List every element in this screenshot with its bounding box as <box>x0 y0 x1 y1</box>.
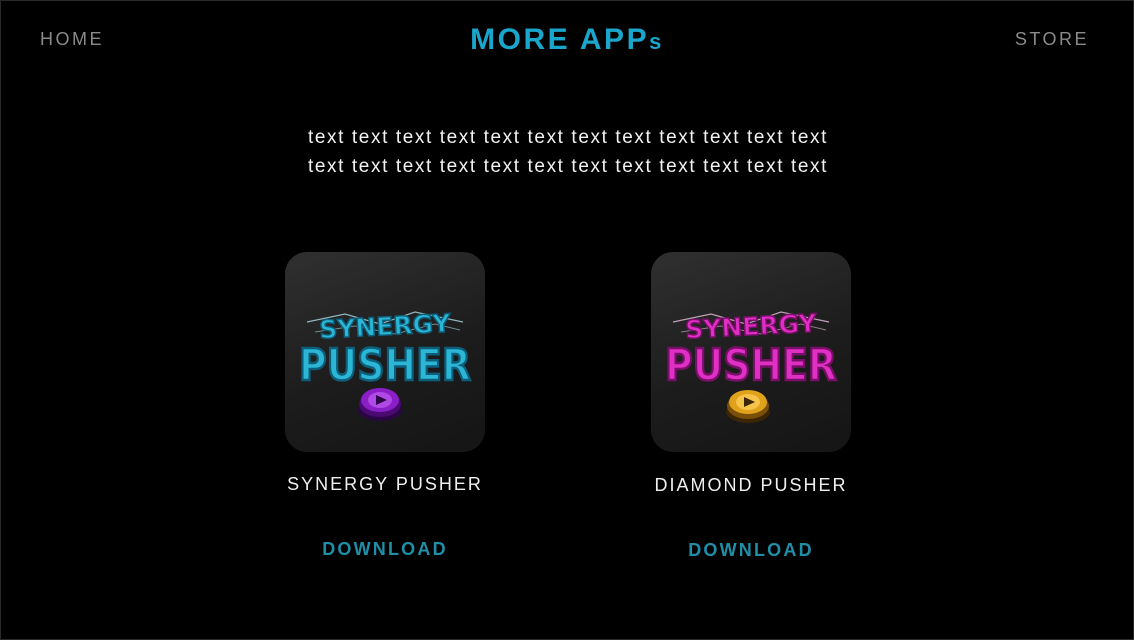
app-logo-icon: SYNERGY PUSHER <box>664 308 838 423</box>
store-nav-link[interactable]: STORE <box>1015 29 1089 50</box>
app-logo-icon: SYNERGY PUSHER <box>298 308 472 421</box>
download-button[interactable]: DOWNLOAD <box>322 539 448 560</box>
icon-main-text: PUSHER <box>665 340 837 391</box>
app-screen: HOME MORE APPs STORE text text text text… <box>0 0 1134 640</box>
diamond-pusher-app-icon[interactable]: SYNERGY PUSHER <box>651 252 851 452</box>
description-line-1: text text text text text text text text … <box>308 127 828 148</box>
page-title: MORE APPs <box>1 23 1133 57</box>
download-button[interactable]: DOWNLOAD <box>688 540 814 561</box>
page-title-main: MORE APP <box>470 23 650 56</box>
synergy-pusher-app-icon[interactable]: SYNERGY PUSHER <box>285 252 485 452</box>
description-text: text text text text text text text text … <box>201 123 935 181</box>
app-card-synergy-pusher: SYNERGY PUSHER SYNERGY PUSHER DOWNLOAD <box>265 252 505 560</box>
app-name: SYNERGY PUSHER <box>287 474 483 494</box>
app-name: DIAMOND PUSHER <box>654 475 848 495</box>
description-line-2: text text text text text text text text … <box>308 156 828 177</box>
app-card-diamond-pusher: SYNERGY PUSHER DIAMOND PUSHER DOWNLOAD <box>631 252 871 561</box>
icon-main-text: PUSHER <box>299 340 471 391</box>
page-title-suffix: s <box>649 29 664 54</box>
